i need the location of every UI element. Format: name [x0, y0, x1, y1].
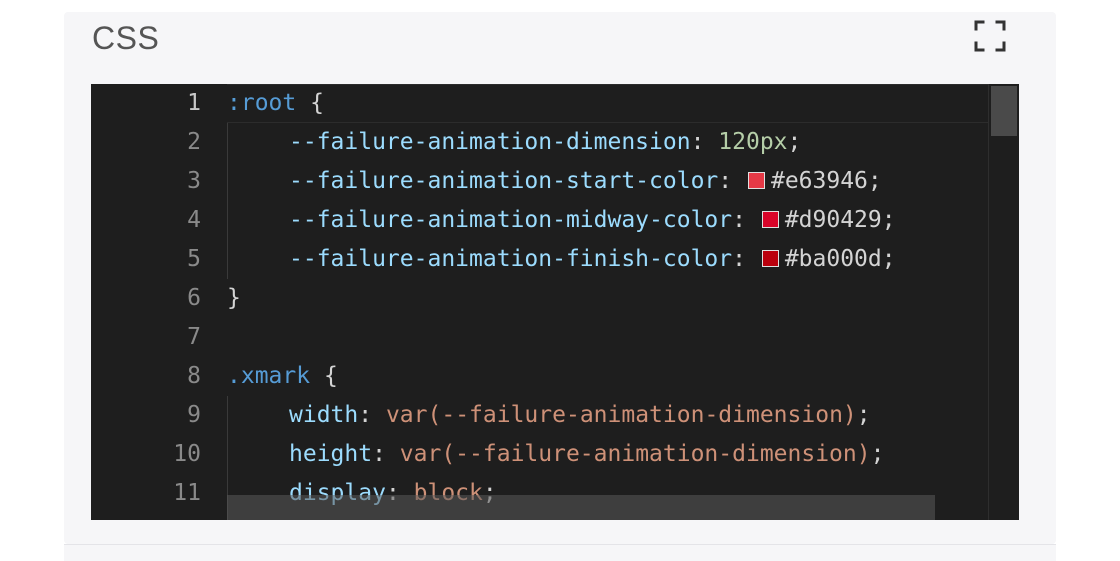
line-number: 2: [187, 129, 201, 155]
code-editor[interactable]: 1 2 3 4 5 6 7 8 9 10 11 :root {--failure-animation…: [91, 84, 1019, 520]
code-token: --failure-animation-dimension: [289, 129, 691, 155]
line-number: 1: [187, 90, 201, 116]
code-line: .xmark {: [227, 357, 338, 396]
code-line: --failure-animation-dimension: 120px;: [289, 123, 801, 162]
code-token: :: [732, 246, 760, 272]
code-token: .xmark: [227, 363, 311, 389]
line-number: 11: [173, 480, 201, 506]
code-line: }: [227, 279, 241, 318]
code-token: #ba000d: [784, 246, 882, 272]
code-token: var(--failure-animation-dimension): [385, 402, 857, 428]
code-token: }: [227, 285, 241, 311]
code-token: :: [358, 402, 386, 428]
code-token: {: [310, 363, 338, 389]
code-token: 120px: [718, 129, 788, 155]
vertical-scrollbar[interactable]: [988, 84, 1019, 520]
line-number: 6: [187, 285, 201, 311]
indent-guide: [227, 123, 228, 279]
code-area[interactable]: :root {--failure-animation-dimension: 12…: [227, 84, 989, 520]
line-number: 10: [173, 441, 201, 467]
code-token: #e63946: [770, 168, 868, 194]
code-token: :: [718, 168, 746, 194]
code-line: --failure-animation-finish-color: #ba000…: [289, 240, 896, 279]
code-token: --failure-animation-midway-color: [289, 207, 733, 233]
line-number: 7: [187, 324, 201, 350]
css-panel: CSS 1 2 3 4 5 6 7 8 9 10 11 :root {--failure-anima…: [64, 12, 1056, 544]
line-number: 8: [187, 363, 201, 389]
code-token: :: [690, 129, 719, 155]
current-line-highlight: [227, 84, 989, 123]
code-token: {: [296, 90, 324, 116]
code-token: ;: [856, 402, 871, 428]
horizontal-scrollbar-thumb[interactable]: [227, 495, 935, 520]
code-token: var(--failure-animation-dimension): [399, 441, 871, 467]
color-swatch-icon[interactable]: [747, 172, 765, 189]
code-line: --failure-animation-midway-color: #d9042…: [289, 201, 896, 240]
panel-footer-divider: [64, 544, 1056, 561]
code-token: ;: [787, 129, 802, 155]
code-token: ;: [870, 441, 885, 467]
fullscreen-icon: [974, 20, 1006, 52]
vertical-scrollbar-thumb[interactable]: [991, 86, 1017, 136]
code-token: ;: [867, 168, 882, 194]
code-line: height: var(--failure-animation-dimensio…: [289, 435, 884, 474]
code-token: height: [289, 441, 373, 467]
color-swatch-icon[interactable]: [761, 211, 779, 228]
code-token: --failure-animation-finish-color: [289, 246, 733, 272]
code-token: :: [372, 441, 400, 467]
panel-title: CSS: [92, 20, 160, 56]
code-line: width: var(--failure-animation-dimension…: [289, 396, 871, 435]
line-number-gutter: 1 2 3 4 5 6 7 8 9 10 11: [91, 84, 201, 520]
line-number: 4: [187, 207, 201, 233]
line-number: 3: [187, 168, 201, 194]
code-token: ;: [881, 246, 896, 272]
line-number: 9: [187, 402, 201, 428]
code-token: width: [289, 402, 359, 428]
color-swatch-icon[interactable]: [761, 250, 779, 267]
code-token: #d90429: [784, 207, 882, 233]
code-token: :: [732, 207, 760, 233]
fullscreen-button[interactable]: [972, 18, 1008, 54]
code-line: :root {: [227, 84, 324, 123]
code-token: --failure-animation-start-color: [289, 168, 719, 194]
code-line: --failure-animation-start-color: #e63946…: [289, 162, 882, 201]
code-token: :root: [227, 90, 297, 116]
line-number: 5: [187, 246, 201, 272]
code-token: ;: [881, 207, 896, 233]
